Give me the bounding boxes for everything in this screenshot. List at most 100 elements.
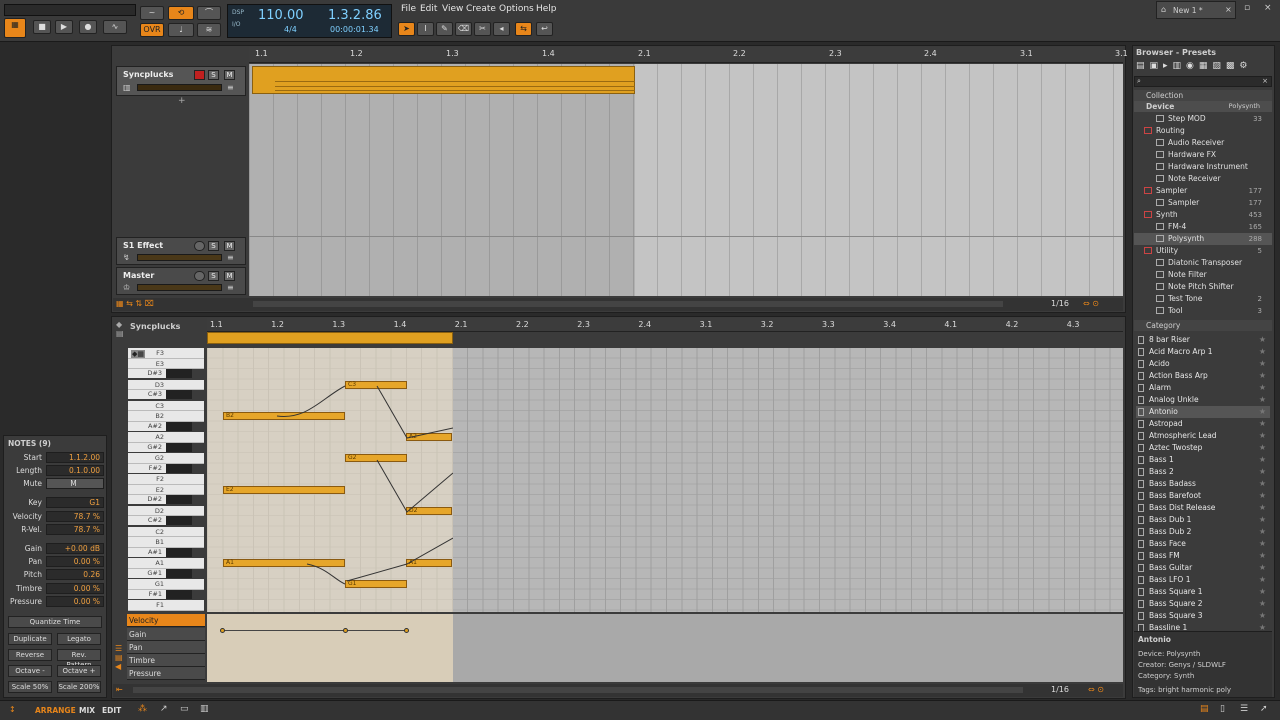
- piano-key[interactable]: C2: [128, 526, 204, 537]
- clip-syncplucks[interactable]: [252, 66, 635, 94]
- piano-key[interactable]: B2: [128, 411, 204, 422]
- velocity-handle[interactable]: [404, 628, 409, 633]
- menu-file[interactable]: File: [401, 4, 416, 14]
- piano-key[interactable]: D3: [128, 379, 204, 390]
- preset-item[interactable]: Bass 1 ★: [1136, 454, 1270, 466]
- groove-button[interactable]: ≋: [197, 23, 221, 37]
- menu-icon[interactable]: ≡: [227, 283, 234, 292]
- editor-zoom-icons[interactable]: ⇔ ⊙: [1088, 685, 1104, 694]
- piano-key[interactable]: C#3: [128, 390, 192, 399]
- star-icon[interactable]: ★: [1259, 418, 1266, 430]
- clip-length-bar[interactable]: [207, 332, 453, 344]
- record-arm-button[interactable]: [194, 70, 205, 80]
- mix-view-button[interactable]: MIX: [79, 706, 95, 715]
- piano-key[interactable]: A#2: [128, 421, 192, 431]
- device-tree-item[interactable]: Audio Receiver: [1134, 137, 1272, 149]
- star-icon[interactable]: ★: [1259, 406, 1266, 418]
- document-icon[interactable]: ▯: [1220, 704, 1225, 714]
- keyboard-mode-icons[interactable]: ◆▦: [131, 350, 145, 358]
- expression-lane[interactable]: [207, 614, 1123, 682]
- category-filter[interactable]: Category: [1134, 320, 1272, 331]
- rvel-field[interactable]: 78.7 %: [46, 524, 104, 535]
- solo-button[interactable]: S: [208, 271, 219, 281]
- velocity-field[interactable]: 78.7 %: [46, 511, 104, 522]
- track-header-s1-effect[interactable]: S1 Effect S M ↯ ≡: [116, 237, 246, 265]
- piano-key[interactable]: D#3: [128, 369, 192, 378]
- arranger-tools-icons[interactable]: ▦ ⇆ ⇅ ⌧: [116, 299, 154, 308]
- star-icon[interactable]: ★: [1259, 454, 1266, 466]
- project-tab[interactable]: ⌂ New 1 * ×: [1156, 1, 1236, 19]
- velocity-handle[interactable]: [220, 628, 225, 633]
- clear-icon[interactable]: ×: [1262, 77, 1268, 85]
- piano-key[interactable]: F1: [128, 600, 204, 611]
- zoom-icons[interactable]: ⇔ ⊙: [1083, 299, 1099, 308]
- grid-resolution[interactable]: 1/16: [1051, 299, 1069, 308]
- preset-item[interactable]: Bass Square 3 ★: [1136, 610, 1270, 622]
- mute-button[interactable]: M: [224, 271, 235, 281]
- editor-ruler[interactable]: 1.1 1.2 1.3 1.4 2.1 2.2 2.3 2.4 3.1 3.2 3.3 3.4 4.1 4…: [207, 318, 1123, 332]
- app-menu-button[interactable]: ▦: [4, 18, 26, 38]
- reverse-button[interactable]: Reverse: [8, 649, 52, 661]
- pressure-field[interactable]: 0.00 %: [46, 596, 104, 607]
- volume-fader[interactable]: [137, 254, 222, 261]
- star-icon[interactable]: ★: [1259, 574, 1266, 586]
- star-icon[interactable]: ★: [1259, 358, 1266, 370]
- preset-item[interactable]: Astropad ★: [1136, 418, 1270, 430]
- eraser-tool[interactable]: ⌫: [455, 22, 472, 36]
- piano-key[interactable]: G#2: [128, 442, 192, 452]
- collapse-icon[interactable]: ⇤: [116, 685, 123, 694]
- star-icon[interactable]: ★: [1259, 538, 1266, 550]
- pointer-tool[interactable]: ➤: [398, 22, 415, 36]
- restore-icon[interactable]: ▫: [1244, 3, 1250, 13]
- files-icon[interactable]: ▤: [1200, 704, 1209, 714]
- star-icon[interactable]: ★: [1259, 514, 1266, 526]
- browser-tabs[interactable]: ▤▣▸▥◉▦▨▩⚙: [1136, 61, 1272, 73]
- device-tree-item[interactable]: Utility 5: [1134, 245, 1272, 257]
- menu-view[interactable]: View: [442, 4, 463, 14]
- position-display[interactable]: 1.3.2.86: [328, 8, 382, 23]
- duplicate-button[interactable]: Duplicate: [8, 633, 52, 645]
- preset-item[interactable]: Atmospheric Lead ★: [1136, 430, 1270, 442]
- mixer-panel-icon[interactable]: ▥: [200, 704, 209, 714]
- star-icon[interactable]: ★: [1259, 562, 1266, 574]
- preset-item[interactable]: Bass Square 2 ★: [1136, 598, 1270, 610]
- reverse-pattern-button[interactable]: Rev. Pattern: [57, 649, 101, 669]
- piano-key[interactable]: D2: [128, 505, 204, 516]
- automation-editor-icon[interactable]: ↗: [160, 704, 168, 714]
- scale-50-button[interactable]: Scale 50%: [8, 681, 52, 693]
- metronome-button[interactable]: ♩: [168, 23, 194, 37]
- automation-write-button[interactable]: ∿: [103, 20, 127, 34]
- piano-key[interactable]: G1: [128, 579, 204, 590]
- device-tree-item[interactable]: Hardware Instrument: [1134, 161, 1272, 173]
- mute-button[interactable]: M: [224, 241, 235, 251]
- preset-item[interactable]: Bass Face ★: [1136, 538, 1270, 550]
- menu-icon[interactable]: ≡: [227, 83, 234, 92]
- star-icon[interactable]: ★: [1259, 598, 1266, 610]
- close-icon[interactable]: ×: [1225, 5, 1232, 14]
- star-icon[interactable]: ★: [1259, 382, 1266, 394]
- scale-200-button[interactable]: Scale 200%: [57, 681, 101, 693]
- volume-fader[interactable]: [137, 84, 222, 91]
- device-tree-item[interactable]: Polysynth 288: [1134, 233, 1272, 245]
- track-header-master[interactable]: Master S M ♔ ≡: [116, 267, 246, 295]
- star-icon[interactable]: ★: [1259, 394, 1266, 406]
- add-track-icon[interactable]: +: [178, 96, 186, 106]
- timbre-field[interactable]: 0.00 %: [46, 583, 104, 594]
- start-field[interactable]: 1.1.2.00: [46, 452, 104, 463]
- horizontal-scrollbar[interactable]: [253, 301, 1003, 307]
- piano-key[interactable]: G#1: [128, 568, 192, 578]
- stop-button[interactable]: ■: [33, 20, 51, 34]
- device-tree-item[interactable]: Note Filter: [1134, 269, 1272, 281]
- piano-key[interactable]: F2: [128, 474, 204, 485]
- star-icon[interactable]: ★: [1259, 430, 1266, 442]
- device-tree-item[interactable]: Sampler 177: [1134, 185, 1272, 197]
- preset-item[interactable]: Bass 2 ★: [1136, 466, 1270, 478]
- arranger-ruler[interactable]: 1.1 1.2 1.3 1.4 2.1 2.2 2.3 2.4 3.1 3.1: [249, 47, 1128, 63]
- piano-key[interactable]: D#2: [128, 495, 192, 504]
- snap-button[interactable]: ⇆: [515, 22, 532, 36]
- piano-key[interactable]: E2: [128, 484, 204, 495]
- ovr-button[interactable]: OVR: [140, 23, 164, 37]
- preset-item[interactable]: Aztec Twostep ★: [1136, 442, 1270, 454]
- star-icon[interactable]: ★: [1259, 610, 1266, 622]
- pan-field[interactable]: 0.00 %: [46, 556, 104, 567]
